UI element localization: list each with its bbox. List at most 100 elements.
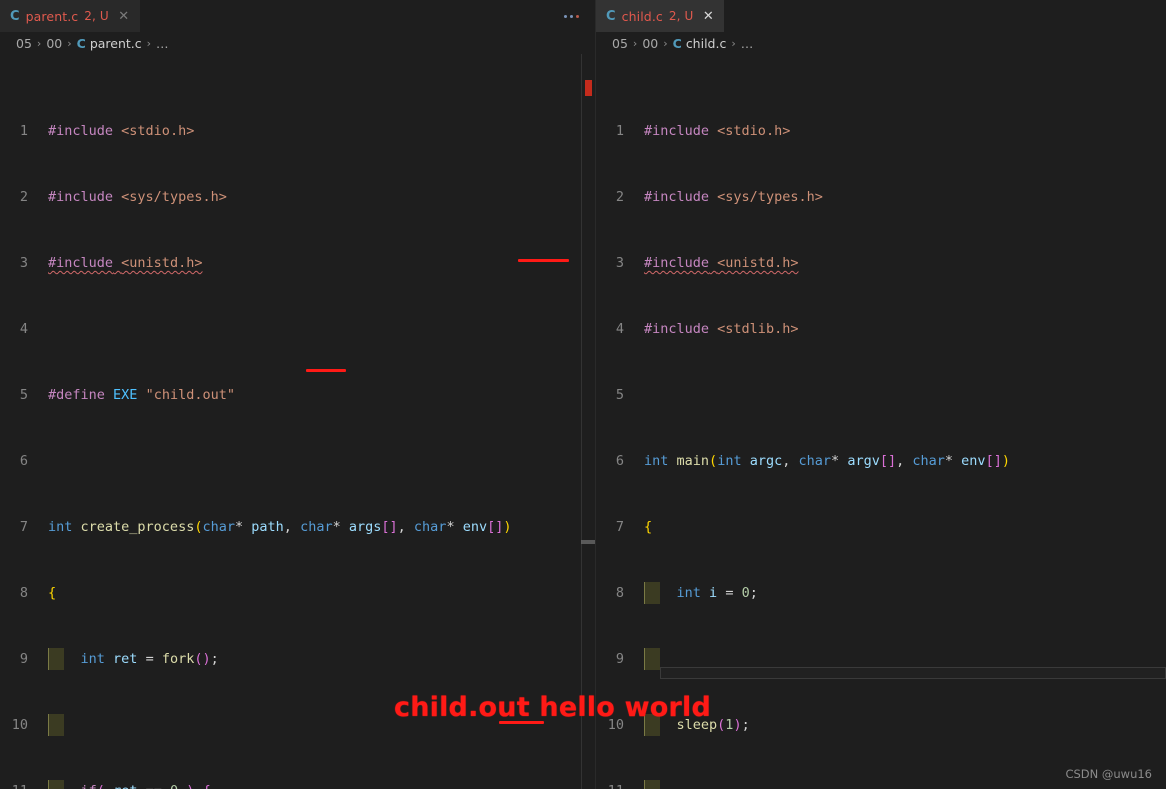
line-content: if( ret == 0 ) { bbox=[48, 780, 595, 789]
code-line: 2 #include <sys/types.h> bbox=[596, 186, 1166, 208]
c-file-icon: C bbox=[10, 8, 20, 24]
breadcrumb-item-file[interactable]: child.c bbox=[686, 36, 727, 51]
line-number: 11 bbox=[596, 780, 644, 789]
horizontal-scrollbar[interactable] bbox=[660, 667, 1166, 679]
chevron-right-icon: › bbox=[663, 36, 668, 50]
breadcrumb-ellipsis[interactable]: … bbox=[156, 36, 170, 51]
line-content: #include <unistd.h> bbox=[48, 255, 203, 271]
line-number: 6 bbox=[19, 453, 28, 469]
line-content: #include <sys/types.h> bbox=[644, 189, 823, 205]
c-file-icon: C bbox=[672, 35, 682, 51]
ruler-error-mark bbox=[585, 80, 592, 96]
code-line: 4 bbox=[0, 318, 595, 340]
editor-pane-left: C parent.c 2, U ✕ 05 › 00 › C parent.c ›… bbox=[0, 0, 595, 789]
editor-right-border bbox=[581, 54, 582, 789]
code-line: 1 #include <stdio.h> bbox=[0, 120, 595, 142]
code-line: 5 #define EXE "child.out" bbox=[0, 384, 595, 406]
code-line: 11 if( ret == 0 ) { bbox=[0, 780, 595, 789]
tab-label: child.c bbox=[621, 8, 663, 24]
line-number: 8 bbox=[615, 585, 624, 601]
tab-bar-right: C child.c 2, U ✕ bbox=[596, 0, 1166, 32]
ellipsis-icon bbox=[564, 14, 579, 18]
line-number: 3 bbox=[19, 255, 28, 271]
line-number: 4 bbox=[615, 321, 624, 337]
line-number: 7 bbox=[615, 519, 624, 535]
line-content: { bbox=[48, 585, 57, 601]
env-param-underline bbox=[518, 259, 569, 262]
overview-ruler-left[interactable] bbox=[581, 54, 595, 789]
tab-label: parent.c bbox=[25, 8, 79, 24]
chevron-right-icon: › bbox=[731, 36, 736, 50]
line-content: #include <stdlib.h> bbox=[644, 321, 799, 337]
tab-badge: 2, U bbox=[84, 9, 109, 23]
chevron-right-icon: › bbox=[146, 36, 152, 50]
code-line: 8{ bbox=[0, 582, 595, 604]
code-line: 3 #include <unistd.h> bbox=[0, 252, 595, 274]
chevron-right-icon: › bbox=[67, 36, 72, 50]
breadcrumb-item-05[interactable]: 05 bbox=[612, 36, 628, 51]
tab-bar-filler bbox=[725, 0, 1166, 32]
breadcrumb-item-00[interactable]: 00 bbox=[46, 36, 62, 51]
breadcrumb-ellipsis[interactable]: … bbox=[741, 36, 755, 51]
code-line: 3 #include <unistd.h> bbox=[596, 252, 1166, 274]
line-number: 5 bbox=[615, 387, 624, 403]
code-line: 11 bbox=[596, 780, 1166, 789]
tab-badge: 2, U bbox=[668, 9, 694, 23]
line-number: 1 bbox=[615, 123, 624, 139]
line-content: #include <unistd.h> bbox=[644, 255, 799, 271]
line-number: 2 bbox=[19, 189, 28, 205]
line-content: { bbox=[644, 519, 653, 535]
code-line: 9 int ret = fork(); bbox=[0, 648, 595, 670]
editor-pane-right: C child.c 2, U ✕ 05 › 00 › C child.c › …… bbox=[595, 0, 1166, 789]
breadcrumb-item-file[interactable]: parent.c bbox=[90, 36, 142, 51]
breadcrumb-right: 05 › 00 › C child.c › … bbox=[596, 32, 1166, 54]
line-number: 1 bbox=[19, 123, 28, 139]
line-number: 9 bbox=[615, 651, 624, 667]
line-content: #define EXE "child.out" bbox=[48, 387, 235, 403]
line-content: int main(int argc, char* argv[], char* e… bbox=[644, 453, 1010, 469]
line-number: 8 bbox=[19, 585, 28, 601]
watermark: CSDN @uwu16 bbox=[1065, 767, 1152, 781]
breadcrumb-item-00[interactable]: 00 bbox=[642, 36, 658, 51]
tab-child-c[interactable]: C child.c 2, U ✕ bbox=[596, 0, 726, 32]
code-line: 5 bbox=[596, 384, 1166, 406]
chevron-right-icon: › bbox=[36, 36, 42, 50]
code-editor-right[interactable]: 1 #include <stdio.h> 2 #include <sys/types… bbox=[596, 54, 1166, 789]
line-number: 5 bbox=[19, 387, 28, 403]
line-number: 6 bbox=[615, 453, 624, 469]
line-number: 10 bbox=[11, 717, 28, 733]
code-line: 6 int main(int argc, char* argv[], char* … bbox=[596, 450, 1166, 472]
tab-bar-left: C parent.c 2, U ✕ bbox=[0, 0, 595, 32]
code-line: 8 int i = 0; bbox=[596, 582, 1166, 604]
more-actions-button[interactable] bbox=[548, 0, 595, 32]
line-number: 7 bbox=[19, 519, 28, 535]
line-content: int ret = fork(); bbox=[48, 648, 595, 670]
vertical-scrollbar-thumb[interactable] bbox=[581, 540, 595, 544]
env-arg-underline bbox=[306, 369, 346, 372]
close-icon[interactable]: ✕ bbox=[701, 10, 715, 23]
line-number: 2 bbox=[615, 189, 624, 205]
editor-workbench: C parent.c 2, U ✕ 05 › 00 › C parent.c ›… bbox=[0, 0, 1166, 789]
code-editor-left[interactable]: 1 #include <stdio.h> 2 #include <sys/types… bbox=[0, 54, 595, 789]
code-line: 7 int create_process(char* path, char* ar… bbox=[0, 516, 595, 538]
code-line: 1 #include <stdio.h> bbox=[596, 120, 1166, 142]
close-icon[interactable]: ✕ bbox=[117, 10, 131, 23]
line-content: sleep(1); bbox=[644, 714, 1166, 736]
code-line: 6 bbox=[0, 450, 595, 472]
code-lines-left: 1 #include <stdio.h> 2 #include <sys/types… bbox=[0, 54, 595, 789]
line-number: 9 bbox=[19, 651, 28, 667]
line-content: int i = 0; bbox=[644, 582, 1166, 604]
c-file-icon: C bbox=[76, 35, 86, 51]
annotation-text: child.out hello world bbox=[394, 692, 711, 723]
code-line: 2 #include <sys/types.h> bbox=[0, 186, 595, 208]
line-content: #include <stdio.h> bbox=[644, 123, 791, 139]
tab-parent-c[interactable]: C parent.c 2, U ✕ bbox=[0, 0, 141, 32]
code-line: 7{ bbox=[596, 516, 1166, 538]
c-file-icon: C bbox=[606, 8, 616, 24]
tab-bar-filler bbox=[140, 0, 548, 32]
breadcrumb-item-05[interactable]: 05 bbox=[16, 36, 32, 51]
chevron-right-icon: › bbox=[632, 36, 638, 50]
line-number: 11 bbox=[0, 780, 48, 789]
breadcrumb-left: 05 › 00 › C parent.c › … bbox=[0, 32, 595, 54]
line-content: int create_process(char* path, char* arg… bbox=[48, 519, 512, 535]
